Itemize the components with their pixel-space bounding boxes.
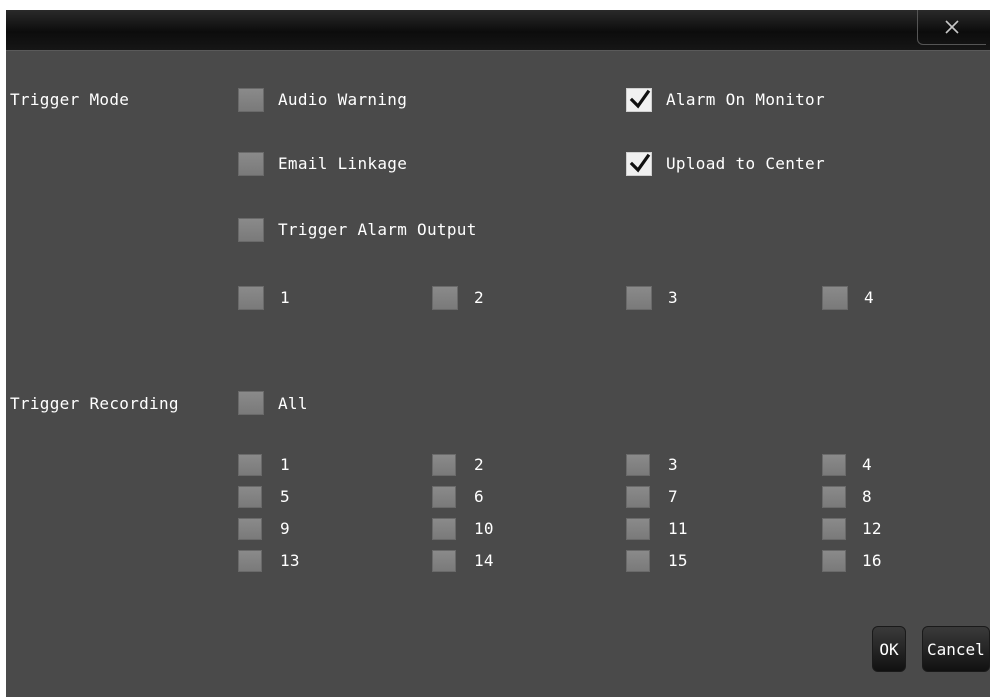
close-icon <box>945 20 959 34</box>
trigger-alarm-output-checkbox[interactable] <box>238 218 264 242</box>
record-channel-11-checkbox[interactable] <box>626 518 650 540</box>
record-channel-8-label: 8 <box>862 487 872 506</box>
record-channel-16-checkbox[interactable] <box>822 550 846 572</box>
alarm-output-4-checkbox[interactable] <box>822 286 848 310</box>
alarm-output-1-checkbox[interactable] <box>238 286 264 310</box>
close-button[interactable] <box>917 10 986 45</box>
record-channel-15-checkbox[interactable] <box>626 550 650 572</box>
alarm-output-2-label: 2 <box>474 288 484 307</box>
record-channel-2-label: 2 <box>474 455 484 474</box>
record-channel-7-label: 7 <box>668 487 678 506</box>
upload-to-center-checkbox[interactable] <box>626 152 652 176</box>
audio-warning-label: Audio Warning <box>278 90 408 109</box>
record-channel-5-label: 5 <box>280 487 290 506</box>
record-all-checkbox[interactable] <box>238 391 264 415</box>
trigger-alarm-output-label: Trigger Alarm Output <box>278 220 477 239</box>
record-channel-4-label: 4 <box>862 455 872 474</box>
record-channel-2-checkbox[interactable] <box>432 454 456 476</box>
record-channel-9-checkbox[interactable] <box>238 518 262 540</box>
alarm-output-3-checkbox[interactable] <box>626 286 652 310</box>
audio-warning-checkbox[interactable] <box>238 88 264 112</box>
trigger-recording-label: Trigger Recording <box>10 394 179 413</box>
record-all-label: All <box>278 394 308 413</box>
trigger-mode-label: Trigger Mode <box>10 90 130 109</box>
record-channel-1-checkbox[interactable] <box>238 454 262 476</box>
record-channel-10-checkbox[interactable] <box>432 518 456 540</box>
ok-button[interactable]: OK <box>872 626 906 672</box>
checkmark-icon <box>629 89 651 109</box>
record-channel-9-label: 9 <box>280 519 290 538</box>
alarm-on-monitor-label: Alarm On Monitor <box>666 90 825 109</box>
alarm-on-monitor-checkbox[interactable] <box>626 88 652 112</box>
alarm-output-3-label: 3 <box>668 288 678 307</box>
record-channel-16-label: 16 <box>862 551 882 570</box>
record-channel-3-label: 3 <box>668 455 678 474</box>
record-channel-4-checkbox[interactable] <box>822 454 846 476</box>
alarm-output-4-label: 4 <box>864 288 874 307</box>
record-channel-10-label: 10 <box>474 519 494 538</box>
record-channel-1-label: 1 <box>280 455 290 474</box>
record-channel-3-checkbox[interactable] <box>626 454 650 476</box>
record-channel-8-checkbox[interactable] <box>822 486 846 508</box>
alarm-linkage-dialog: Trigger Mode Audio Warning Alarm On Moni… <box>6 10 990 697</box>
record-channel-13-label: 13 <box>280 551 300 570</box>
email-linkage-label: Email Linkage <box>278 154 408 173</box>
record-channel-15-label: 15 <box>668 551 688 570</box>
alarm-output-2-checkbox[interactable] <box>432 286 458 310</box>
record-channel-13-checkbox[interactable] <box>238 550 262 572</box>
record-channel-12-label: 12 <box>862 519 882 538</box>
record-channel-14-checkbox[interactable] <box>432 550 456 572</box>
record-channel-7-checkbox[interactable] <box>626 486 650 508</box>
record-channel-5-checkbox[interactable] <box>238 486 262 508</box>
record-channel-12-checkbox[interactable] <box>822 518 846 540</box>
record-channel-6-checkbox[interactable] <box>432 486 456 508</box>
record-channel-11-label: 11 <box>668 519 688 538</box>
alarm-output-1-label: 1 <box>280 288 290 307</box>
title-bar[interactable] <box>6 10 990 51</box>
email-linkage-checkbox[interactable] <box>238 152 264 176</box>
record-channel-6-label: 6 <box>474 487 484 506</box>
upload-to-center-label: Upload to Center <box>666 154 825 173</box>
record-channel-14-label: 14 <box>474 551 494 570</box>
checkmark-icon <box>629 153 651 173</box>
cancel-button[interactable]: Cancel <box>922 626 990 672</box>
